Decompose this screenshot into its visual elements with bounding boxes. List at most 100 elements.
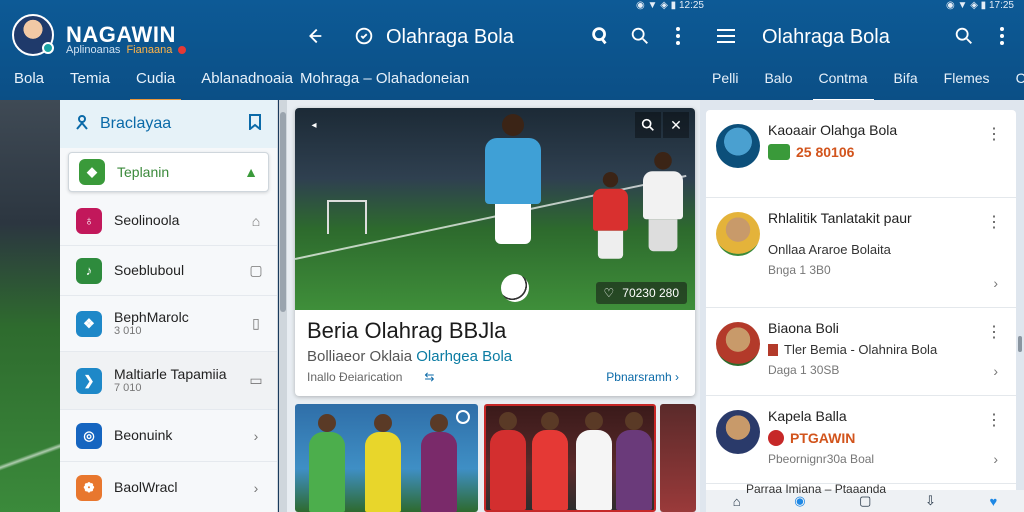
player-figure <box>576 412 612 510</box>
more-vert-icon[interactable] <box>666 24 690 48</box>
tab-temia[interactable]: Temia <box>70 68 110 92</box>
chevron-right-icon: › <box>675 370 679 384</box>
sidebar-item-bephmarolc[interactable]: ❖ BephMarolc 3 010 ▯ <box>60 296 277 352</box>
share-icon[interactable]: ⇆ <box>424 370 434 384</box>
list-item[interactable]: Biaona Boli Tler Bemia - Olahnira Bola D… <box>706 308 1016 396</box>
list-item-title: Rhlalitik Tanlatakit paur <box>768 210 912 226</box>
list-item-brand-text: PTGAWIN <box>790 430 856 446</box>
list-item-subtitle: Tler Bemia - Olahnira Bola <box>768 342 1004 357</box>
chevron-right-icon[interactable]: › <box>249 428 263 444</box>
read-more-link[interactable]: Pbnarsramh › <box>606 370 679 384</box>
heart-icon: ♡ <box>603 286 615 300</box>
read-more-label: Pbnarsramh <box>606 370 672 384</box>
record-icon[interactable] <box>456 410 470 424</box>
tab-contma[interactable]: Contma <box>812 68 874 102</box>
location-search-icon[interactable] <box>588 24 612 48</box>
tab-bifa[interactable]: Bifa <box>894 68 918 92</box>
status-bar-left: ◉ ▼ ◈ ▮ 12:25 <box>636 0 704 11</box>
thumbnail-team-red[interactable] <box>484 404 656 512</box>
home-icon[interactable]: ⌂ <box>249 213 263 229</box>
tab-bola[interactable]: Bola <box>14 68 44 92</box>
sidebar-item-icon: ♁ <box>76 207 102 234</box>
pin-icon[interactable]: ▲ <box>244 164 258 180</box>
close-icon[interactable]: ✕ <box>663 112 689 138</box>
list-item[interactable]: Kaoaair Olahga Bola 25 80106 ⋮ <box>706 110 1016 198</box>
more-vert-icon[interactable]: ⋮ <box>986 410 1002 430</box>
square-icon[interactable]: ▢ <box>249 262 263 278</box>
featured-article-card[interactable]: ◂ ✕ ♡ 70230 280 Beria Olahrag BBJla Boll… <box>295 108 695 396</box>
search-icon[interactable] <box>952 24 976 48</box>
list-item-title: Kaoaair Olahga Bola <box>768 122 898 138</box>
menu-icon[interactable] <box>714 24 738 48</box>
football <box>501 274 529 302</box>
tab-balo[interactable]: Balo <box>764 68 792 92</box>
player-figure <box>421 414 457 512</box>
brand-subtitle-tag: Fianaana <box>126 44 173 56</box>
list-item-meta: Daga 1 30SB <box>768 363 840 377</box>
list-item-subtitle: Onllaa Araroe Bolaita <box>768 242 891 257</box>
right-nav-tabs: Pelli Balo Contma Bifa Flemes Cno <box>712 68 1024 102</box>
article-meta-text: Inallo Ðeiarication <box>307 370 403 384</box>
more-vert-icon[interactable]: ⋮ <box>986 212 1002 232</box>
home-icon[interactable]: ⌂ <box>733 494 741 509</box>
sidebar-item-text: Maltiarle Tapamiia 7 010 <box>114 366 249 396</box>
chevron-right-icon[interactable]: › <box>993 275 998 291</box>
right-scrollbar-thumb[interactable] <box>1018 336 1022 352</box>
sidebar-header[interactable]: Braclayaa <box>60 100 277 148</box>
sidebar-item-icon: ❖ <box>76 310 102 337</box>
search-icon[interactable] <box>635 112 661 138</box>
avatar <box>716 124 760 168</box>
list-item[interactable]: Kapela Balla PTGAWIN Pbeornignr30a Boal … <box>706 396 1016 484</box>
tab-ablanadnoaia[interactable]: Ablanadnoaia <box>201 68 293 92</box>
avatar <box>716 410 760 454</box>
sidebar-item-text: BephMarolc 3 010 <box>114 309 249 339</box>
thumbnail-partial[interactable] <box>660 404 696 512</box>
list-item-subtitle-text: Tler Bemia - Olahnira Bola <box>784 342 938 357</box>
back-icon[interactable] <box>302 24 326 48</box>
tablet-icon[interactable]: ▯ <box>249 315 263 331</box>
expand-icon[interactable]: ◂ <box>301 112 327 138</box>
goal-post <box>327 200 367 234</box>
sidebar-item-maltiarle-tapamiia[interactable]: ❯ Maltiarle Tapamiia 7 010 ▭ <box>60 352 277 410</box>
minus-box-icon[interactable]: ▭ <box>249 372 263 388</box>
article-title[interactable]: Beria Olahrag BBJla <box>307 318 506 344</box>
tab-cudia[interactable]: Cudia <box>130 68 182 102</box>
sidebar-item-baolwracl[interactable]: ❁ BaolWracl › <box>60 462 277 512</box>
sidebar-item-count: 3 010 <box>114 325 142 338</box>
search-icon[interactable] <box>628 24 652 48</box>
sidebar-item-icon: ◎ <box>76 422 102 449</box>
thumbnail-team-green[interactable] <box>295 404 478 512</box>
status-bar-right: ◉ ▼ ◈ ▮ 17:25 <box>946 0 1014 11</box>
tab-pelli[interactable]: Pelli <box>712 68 738 92</box>
list-item[interactable]: Rhlalitik Tanlatakit paur Onllaa Araroe … <box>706 198 1016 308</box>
chevron-right-icon[interactable]: › <box>993 363 998 379</box>
player-figure <box>309 414 345 512</box>
article-meta: Inallo Ðeiarication ⇆ <box>307 370 434 384</box>
list-item-meta: Bnga 1 3B0 <box>768 263 831 277</box>
sidebar-item-label: BaolWracl <box>114 479 178 496</box>
profile-avatar[interactable] <box>12 14 54 56</box>
article-subtitle-highlight: Olarhgea Bola <box>416 348 513 365</box>
tab-cno[interactable]: Cno <box>1016 68 1024 92</box>
tab-flemes[interactable]: Flemes <box>944 68 990 92</box>
sidebar-item-teplanin[interactable]: ◆ Teplanin ▲ <box>68 152 269 192</box>
more-vert-icon[interactable]: ⋮ <box>986 322 1002 342</box>
sidebar-item-soebluboul[interactable]: ♪ Soebluboul ▢ <box>60 246 277 296</box>
chevron-right-icon[interactable]: › <box>993 451 998 467</box>
bottom-nav-bar: Parraa Imiana – Ptaaanda ⌂ ◉ ▢ ⇩ ♥ <box>706 482 1024 512</box>
flag-icon <box>768 343 778 356</box>
sidebar-item-icon: ❯ <box>76 367 102 394</box>
sidebar-item-beonuink[interactable]: ◎ Beonuink › <box>60 410 277 462</box>
profile-icon[interactable]: ♥ <box>989 494 997 509</box>
chevron-right-icon[interactable]: › <box>249 480 263 496</box>
sidebar-item-icon: ♪ <box>76 257 102 284</box>
sidebar-scrollbar-thumb[interactable] <box>280 112 286 312</box>
upload-icon[interactable]: ⇩ <box>925 493 936 509</box>
bookmark-icon[interactable] <box>247 113 263 135</box>
sidebar-item-seolinoola[interactable]: ♁ Seolinoola ⌂ <box>60 196 277 246</box>
sidebar-item-label: Soebluboul <box>114 262 185 279</box>
more-vert-icon[interactable]: ⋮ <box>986 124 1002 144</box>
more-vert-icon[interactable] <box>990 24 1014 48</box>
clock-icon[interactable] <box>352 24 376 48</box>
view-count: 70230 280 <box>622 286 679 300</box>
